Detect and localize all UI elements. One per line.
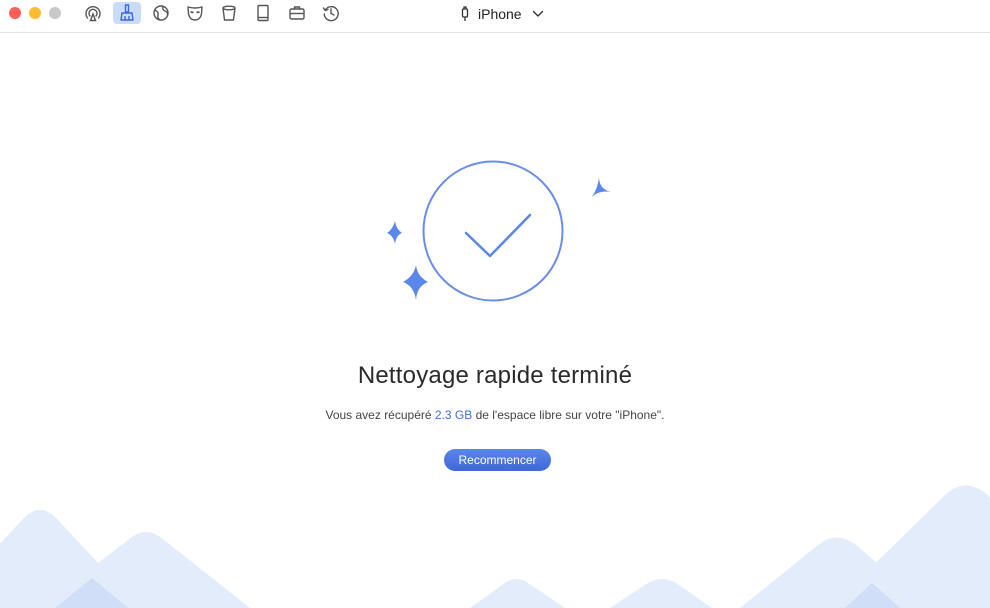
- airplay-icon: [85, 6, 101, 22]
- toolbar-delete-button[interactable]: [215, 2, 243, 24]
- usb-cable-icon: [461, 6, 469, 21]
- sparkle-icon: [403, 265, 428, 300]
- history-icon: [322, 5, 339, 22]
- sparkle-icon: [387, 221, 402, 244]
- trash-bin-icon: [222, 5, 236, 21]
- book-icon: [257, 4, 269, 22]
- success-illustration: [387, 160, 611, 302]
- toolbox-icon: [289, 6, 305, 20]
- zoom-window-button[interactable]: [49, 7, 61, 19]
- toolbar-cleaner-button[interactable]: [113, 2, 141, 24]
- page-title: Nettoyage rapide terminé: [357, 362, 633, 389]
- success-circle: [422, 160, 564, 302]
- restart-button[interactable]: Recommencer: [444, 449, 551, 471]
- toolbar-browser-button[interactable]: [147, 2, 175, 24]
- toolbar-privacy-button[interactable]: [181, 2, 209, 24]
- device-selector[interactable]: iPhone: [460, 4, 544, 24]
- minimize-window-button[interactable]: [29, 7, 41, 19]
- sparkle-icon: [592, 177, 611, 197]
- chevron-down-icon: [532, 10, 543, 17]
- close-window-button[interactable]: [9, 7, 21, 19]
- toolbar-history-button[interactable]: [317, 2, 345, 24]
- mask-icon: [187, 6, 203, 21]
- device-name: iPhone: [478, 6, 522, 22]
- toolbar: iPhone: [0, 0, 990, 33]
- toolbar-books-button[interactable]: [249, 2, 277, 24]
- recovered-amount: 2.3 GB: [434, 408, 473, 422]
- result-message-suffix: de l'espace libre sur votre "iPhone".: [472, 408, 665, 422]
- result-message-prefix: Vous avez récupéré: [325, 408, 435, 422]
- globe-icon: [153, 5, 169, 21]
- broom-icon: [120, 4, 134, 21]
- toolbar-airplay-button[interactable]: [79, 2, 107, 24]
- toolbar-toolkit-button[interactable]: [283, 2, 311, 24]
- result-message: Vous avez récupéré 2.3 GB de l'espace li…: [0, 408, 990, 422]
